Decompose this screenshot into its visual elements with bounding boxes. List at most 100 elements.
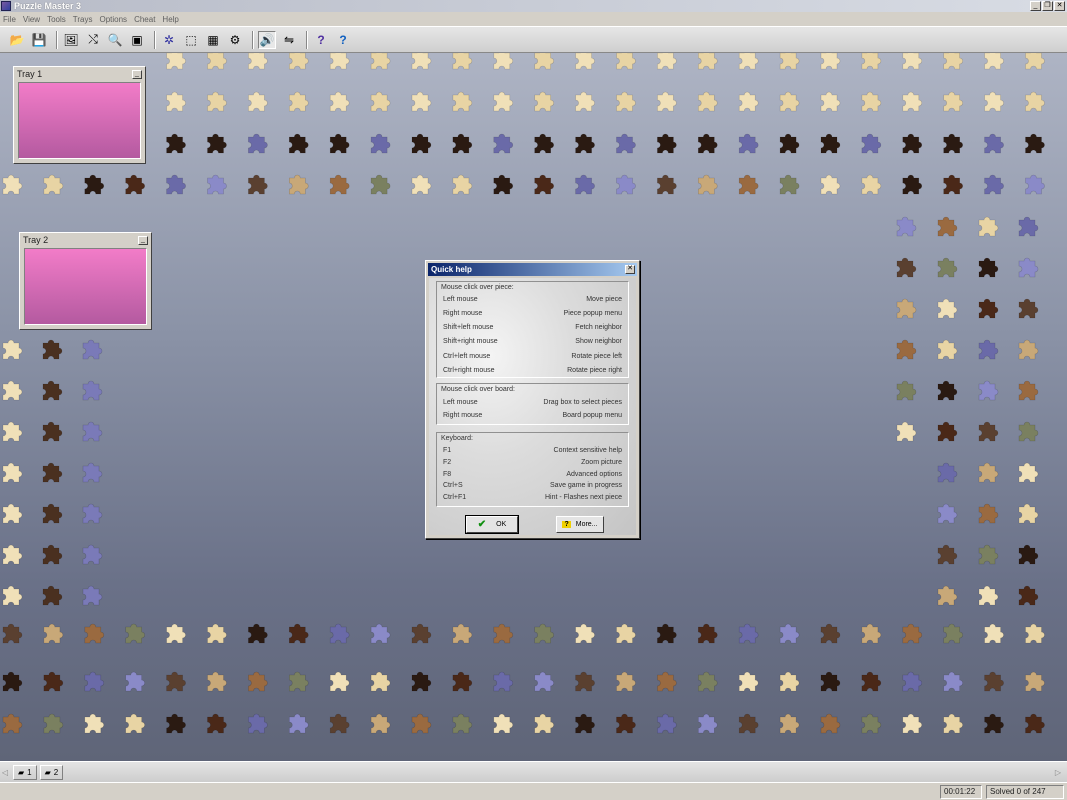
tray-1[interactable]: Tray 1 _ <box>13 66 146 164</box>
puzzle-piece[interactable] <box>43 671 64 692</box>
puzzle-piece[interactable] <box>493 713 514 734</box>
puzzle-piece[interactable] <box>1018 298 1039 319</box>
puzzle-piece[interactable] <box>984 91 1004 112</box>
puzzle-piece[interactable] <box>411 623 432 644</box>
puzzle-piece[interactable] <box>779 91 800 112</box>
puzzle-piece[interactable] <box>534 671 554 692</box>
tray-tab-1[interactable]: ▰ 1 <box>13 764 37 780</box>
puzzle-piece[interactable] <box>779 671 800 692</box>
tray-2-minimize-button[interactable]: _ <box>138 235 148 245</box>
puzzle-piece[interactable] <box>1018 380 1039 401</box>
dialog-close-button[interactable]: ✕ <box>625 265 635 274</box>
puzzle-piece[interactable] <box>657 91 677 112</box>
puzzle-piece[interactable] <box>84 623 105 644</box>
puzzle-piece[interactable] <box>698 53 718 70</box>
menu-trays[interactable]: Trays <box>73 15 93 24</box>
puzzle-piece[interactable] <box>937 257 958 278</box>
preview-icon[interactable]: ▣ <box>128 31 146 49</box>
puzzle-piece[interactable] <box>978 216 999 237</box>
tray-2-area[interactable] <box>24 248 147 325</box>
puzzle-piece[interactable] <box>978 257 999 278</box>
puzzle-piece[interactable] <box>984 53 1004 70</box>
puzzle-piece[interactable] <box>738 671 759 692</box>
puzzle-piece[interactable] <box>575 53 595 70</box>
puzzle-piece[interactable] <box>207 623 227 644</box>
puzzle-piece[interactable] <box>493 53 514 70</box>
puzzle-piece[interactable] <box>207 174 227 195</box>
question-icon[interactable]: ? <box>334 31 352 49</box>
puzzle-piece[interactable] <box>978 380 999 401</box>
puzzle-piece[interactable] <box>698 713 718 734</box>
puzzle-piece[interactable] <box>861 623 882 644</box>
puzzle-piece[interactable] <box>248 91 268 112</box>
puzzle-piece[interactable] <box>329 174 350 195</box>
puzzle-piece[interactable] <box>329 91 350 112</box>
puzzle-piece[interactable] <box>411 174 432 195</box>
tray-1-header[interactable]: Tray 1 _ <box>14 67 145 81</box>
puzzle-piece[interactable] <box>289 53 309 70</box>
puzzle-piece[interactable] <box>738 91 759 112</box>
puzzle-piece[interactable] <box>452 133 473 154</box>
puzzle-piece[interactable] <box>82 503 103 524</box>
puzzle-piece[interactable] <box>1025 671 1045 692</box>
puzzle-piece[interactable] <box>42 585 63 606</box>
puzzle-piece[interactable] <box>902 91 923 112</box>
puzzle-piece[interactable] <box>779 623 800 644</box>
puzzle-piece[interactable] <box>248 53 268 70</box>
puzzle-piece[interactable] <box>978 503 999 524</box>
tray-2-header[interactable]: Tray 2 _ <box>20 233 151 247</box>
puzzle-piece[interactable] <box>534 133 554 154</box>
puzzle-piece[interactable] <box>82 462 103 483</box>
puzzle-piece[interactable] <box>779 53 800 70</box>
puzzle-piece[interactable] <box>978 585 999 606</box>
puzzle-piece[interactable] <box>937 544 958 565</box>
puzzle-piece[interactable] <box>937 298 958 319</box>
puzzle-piece[interactable] <box>902 174 923 195</box>
puzzle-piece[interactable] <box>820 713 841 734</box>
puzzle-piece[interactable] <box>411 713 432 734</box>
puzzle-piece[interactable] <box>575 623 595 644</box>
puzzle-piece[interactable] <box>452 174 473 195</box>
puzzle-piece[interactable] <box>978 339 999 360</box>
puzzle-piece[interactable] <box>616 623 636 644</box>
puzzle-piece[interactable] <box>43 623 64 644</box>
puzzle-piece[interactable] <box>125 174 145 195</box>
puzzle-piece[interactable] <box>738 174 759 195</box>
tray-2[interactable]: Tray 2 _ <box>19 232 152 330</box>
puzzle-piece[interactable] <box>370 623 391 644</box>
puzzle-piece[interactable] <box>166 53 186 70</box>
puzzle-piece[interactable] <box>207 713 227 734</box>
puzzle-piece[interactable] <box>248 713 268 734</box>
puzzle-piece[interactable] <box>820 174 841 195</box>
puzzle-piece[interactable] <box>82 421 103 442</box>
puzzle-piece[interactable] <box>616 174 636 195</box>
puzzle-piece[interactable] <box>42 421 63 442</box>
puzzle-piece[interactable] <box>2 623 23 644</box>
puzzle-piece[interactable] <box>493 671 514 692</box>
shuffle-icon[interactable]: ⤭ <box>84 31 102 49</box>
puzzle-piece[interactable] <box>657 713 677 734</box>
puzzle-piece[interactable] <box>937 380 958 401</box>
puzzle-piece[interactable] <box>1025 623 1045 644</box>
puzzle-piece[interactable] <box>902 133 923 154</box>
puzzle-piece[interactable] <box>738 53 759 70</box>
puzzle-piece[interactable] <box>1018 462 1039 483</box>
puzzle-piece[interactable] <box>534 713 554 734</box>
gear-icon[interactable]: ⚙ <box>226 31 244 49</box>
puzzle-piece[interactable] <box>84 713 105 734</box>
puzzle-piece[interactable] <box>411 91 432 112</box>
puzzle-piece[interactable] <box>248 133 268 154</box>
puzzle-piece[interactable] <box>2 585 23 606</box>
puzzle-piece[interactable] <box>738 133 759 154</box>
puzzle-piece[interactable] <box>738 713 759 734</box>
puzzle-piece[interactable] <box>616 91 636 112</box>
puzzle-piece[interactable] <box>84 174 105 195</box>
puzzle-piece[interactable] <box>575 713 595 734</box>
grid-icon[interactable]: ▦ <box>204 31 222 49</box>
puzzle-piece[interactable] <box>616 671 636 692</box>
puzzle-piece[interactable] <box>411 53 432 70</box>
puzzle-piece[interactable] <box>779 133 800 154</box>
puzzle-piece[interactable] <box>248 671 268 692</box>
puzzle-piece[interactable] <box>125 713 145 734</box>
puzzle-piece[interactable] <box>289 713 309 734</box>
